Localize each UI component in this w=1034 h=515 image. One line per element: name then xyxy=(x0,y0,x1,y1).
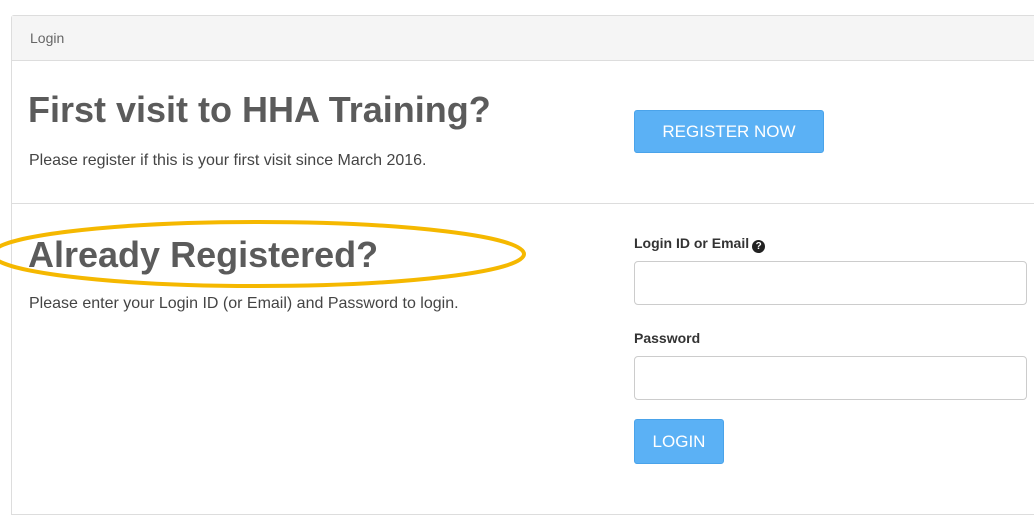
login-id-label: Login ID or Email xyxy=(634,235,750,251)
login-id-label-row: Login ID or Email? xyxy=(634,235,766,253)
password-input[interactable] xyxy=(634,356,1027,400)
panel-heading: Login xyxy=(12,16,1034,61)
password-label: Password xyxy=(634,330,701,346)
question-circle-icon[interactable]: ? xyxy=(752,240,766,253)
first-visit-title: First visit to HHA Training? xyxy=(28,89,491,130)
panel-title: Login xyxy=(30,30,65,46)
section-divider xyxy=(12,203,1034,204)
already-registered-subtitle: Please enter your Login ID (or Email) an… xyxy=(29,295,459,312)
already-registered-title: Already Registered? xyxy=(28,234,379,275)
login-id-input[interactable] xyxy=(634,261,1027,305)
login-button[interactable]: LOGIN xyxy=(634,419,724,464)
first-visit-subtitle: Please register if this is your first vi… xyxy=(29,152,427,169)
register-now-button[interactable]: REGISTER NOW xyxy=(634,110,824,153)
